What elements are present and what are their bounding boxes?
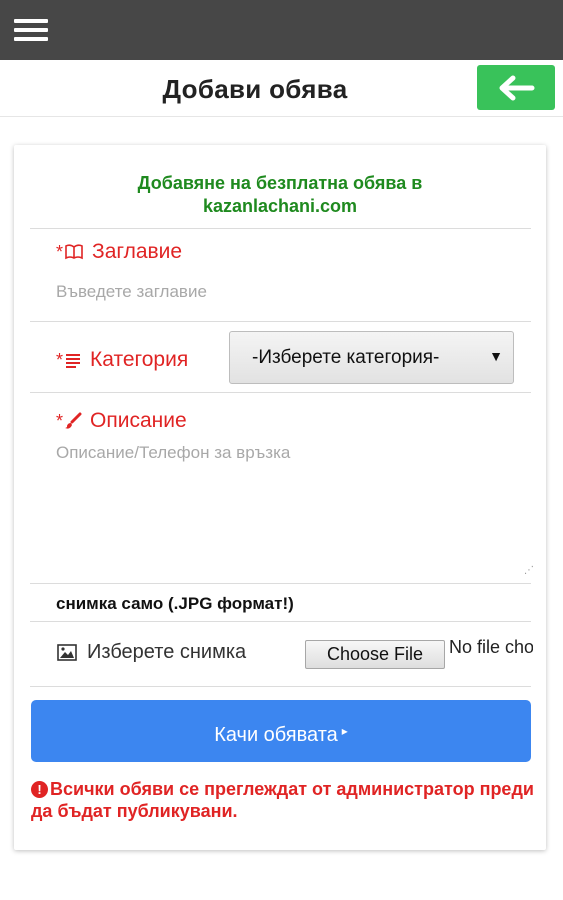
notice-text: Всички обяви се преглеждат от администра… [31,779,534,821]
book-icon [65,244,83,260]
caret-right-icon: ▸ [341,724,348,738]
exclamation-circle-icon: ! [31,781,48,798]
image-icon [57,644,77,661]
category-select[interactable]: -Изберете категория- ▼ [229,331,514,384]
back-button[interactable] [477,65,555,110]
required-mark: * [56,241,64,262]
category-label-text: Категория [90,348,189,371]
category-label: * Категория [56,348,188,372]
photo-label: Изберете снимка [57,641,246,664]
divider [30,583,531,584]
divider [30,392,531,393]
brush-icon [65,412,82,429]
title-label-text: Заглавие [92,240,183,263]
top-bar [0,0,563,60]
title-label: * Заглавие [56,240,182,264]
required-mark: * [56,349,64,370]
divider [30,621,531,622]
category-selected-value: -Изберете категория- [252,347,440,368]
divider [30,228,531,229]
submit-label: Качи обявата [214,724,338,746]
divider [30,686,531,687]
description-label: * Описание [56,409,187,433]
title-input[interactable]: Въведете заглавие [56,282,526,306]
no-file-chosen-text: No file chosen [449,637,533,657]
list-icon [66,354,81,368]
intro-line-1: Добавяне на безплатна обява в [137,173,423,193]
photo-label-text: Изберете снимка [87,641,247,663]
photo-format-note: снимка само (.JPG формат!) [56,594,294,613]
form-intro: Добавяне на безплатна обява в kazanlacha… [0,172,560,218]
arrow-left-icon [499,75,535,101]
hamburger-menu-icon[interactable] [14,17,48,43]
dropdown-arrow-icon: ▼ [489,348,503,364]
choose-file-button[interactable]: Choose File [305,640,445,669]
divider [30,321,531,322]
moderation-notice: ! Всички обяви се преглеждат от администр… [31,778,536,822]
intro-site-name: kazanlachani.com [202,196,358,216]
description-textarea[interactable]: Описание/Телефон за връзка [56,443,526,573]
submit-ad-button[interactable]: Качи обявата ▸ [31,700,531,762]
textarea-resize-handle[interactable]: ⋰ [524,566,534,576]
description-label-text: Описание [90,409,187,432]
required-mark: * [56,410,64,431]
page-title: Добави обява [162,74,348,104]
